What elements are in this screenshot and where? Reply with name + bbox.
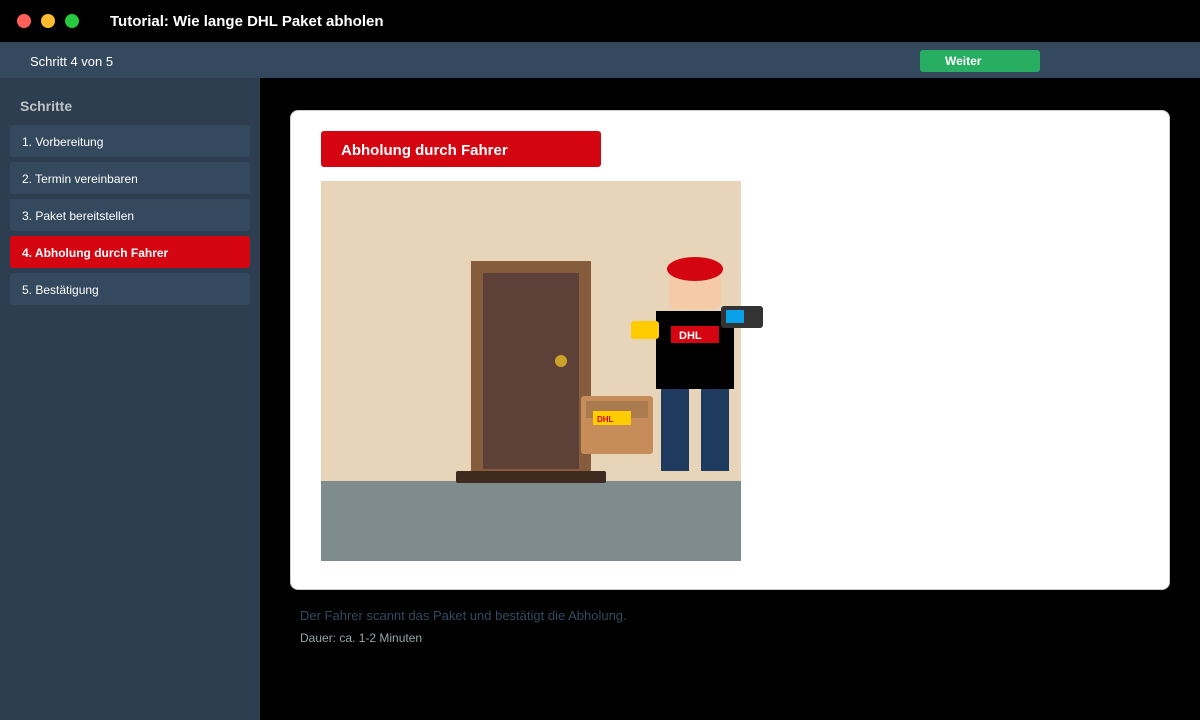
main-content: Abholung durch Fahrer DHL DHL Der Fahrer…: [260, 78, 1200, 720]
step-duration: Dauer: ca. 1-2 Minuten: [300, 631, 423, 645]
driver-right-leg: [701, 386, 729, 471]
window-title: Tutorial: Wie lange DHL Paket abholen: [110, 13, 384, 30]
sidebar-item-bestaetigung[interactable]: 5. Bestätigung: [10, 273, 250, 305]
sidebar: Schritte 1. Vorbereitung 2. Termin verei…: [0, 78, 260, 720]
driver-cap: [667, 257, 723, 281]
step-caption: Der Fahrer scannt das Paket und bestätig…: [300, 608, 627, 623]
driver-left-leg: [661, 386, 689, 471]
package-box: DHL: [581, 396, 653, 454]
maximize-window-button[interactable]: [65, 14, 79, 28]
driver-glove: [631, 321, 659, 339]
title-bar: Tutorial: Wie lange DHL Paket abholen: [0, 0, 1200, 42]
next-button[interactable]: Weiter: [920, 50, 1040, 72]
sidebar-item-termin-vereinbaren[interactable]: 2. Termin vereinbaren: [10, 162, 250, 194]
sidebar-item-paket-bereitstellen[interactable]: 3. Paket bereitstellen: [10, 199, 250, 231]
close-window-button[interactable]: [17, 14, 31, 28]
floor: [321, 481, 741, 561]
step-card: Abholung durch Fahrer DHL DHL: [290, 110, 1170, 590]
sidebar-heading: Schritte: [20, 98, 73, 114]
shirt-logo-text: DHL: [679, 330, 702, 342]
step-bar: Schritt 4 von 5 Weiter: [0, 42, 1200, 78]
minimize-window-button[interactable]: [41, 14, 55, 28]
sidebar-item-abholung-durch-fahrer[interactable]: 4. Abholung durch Fahrer: [10, 236, 250, 268]
door-knob: [555, 355, 567, 367]
pickup-illustration: DHL DHL: [321, 181, 763, 561]
step-counter: Schritt 4 von 5: [30, 54, 114, 69]
step-title: Abholung durch Fahrer: [321, 131, 601, 167]
doorstep: [456, 471, 606, 483]
sidebar-item-vorbereitung[interactable]: 1. Vorbereitung: [10, 125, 250, 157]
scanner-screen: [726, 310, 744, 323]
package-label-text: DHL: [597, 415, 614, 424]
